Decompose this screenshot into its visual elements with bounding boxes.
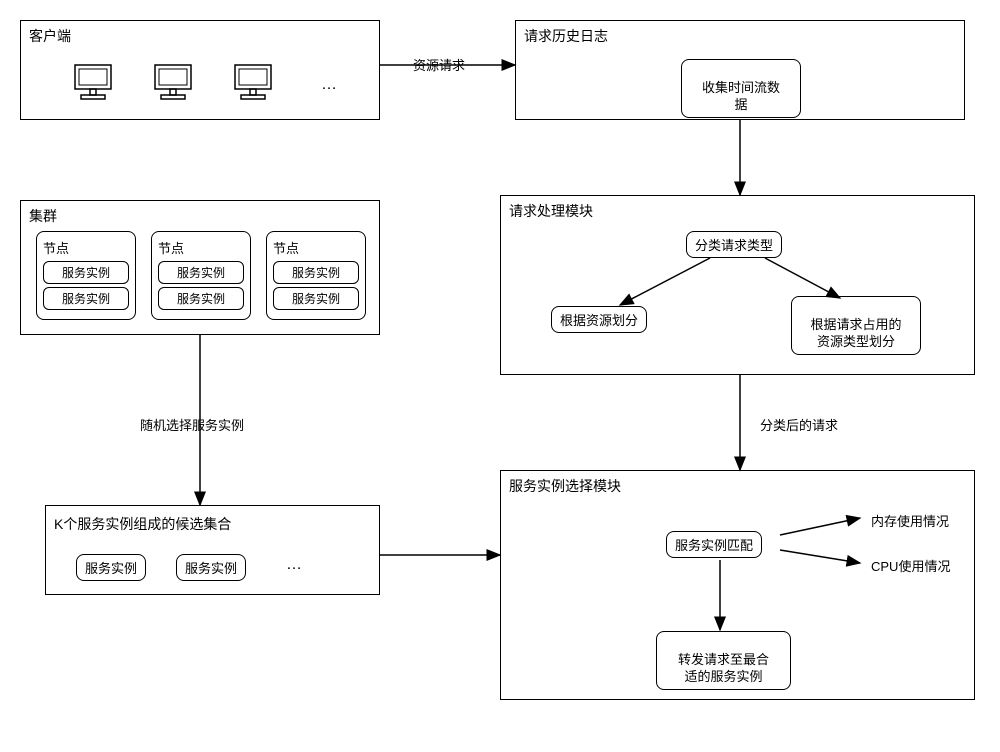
client-title: 客户端 <box>29 26 71 46</box>
by-request-type-label: 根据请求占用的 资源类型划分 <box>810 317 901 349</box>
classify-label: 分类请求类型 <box>695 238 773 253</box>
request-processing-title: 请求处理模块 <box>509 201 593 221</box>
service-instance-pill: 服务实例 <box>176 554 246 581</box>
service-selection-title: 服务实例选择模块 <box>509 476 621 496</box>
node-title: 节点 <box>158 238 244 257</box>
node-box: 节点 服务实例 服务实例 <box>151 231 251 320</box>
service-instance-pill: 服务实例 <box>158 261 244 284</box>
cluster-box: 集群 节点 服务实例 服务实例 节点 服务实例 服务实例 节点 服务实例 服务实… <box>20 200 380 335</box>
service-instance-pill: 服务实例 <box>273 287 359 310</box>
by-request-type-pill: 根据请求占用的 资源类型划分 <box>791 296 921 355</box>
cpu-usage-label: CPU使用情况 <box>871 556 950 575</box>
instance-label: 服务实例 <box>85 561 137 576</box>
forward-label: 转发请求至最合 适的服务实例 <box>678 652 769 684</box>
candidate-set-title: K个服务实例组成的候选集合 <box>54 514 231 534</box>
client-box: 客户端 … <box>20 20 380 120</box>
node-box: 节点 服务实例 服务实例 <box>36 231 136 320</box>
node-title: 节点 <box>43 238 129 257</box>
by-resource-label: 根据资源划分 <box>560 313 638 328</box>
by-resource-pill: 根据资源划分 <box>551 306 647 333</box>
request-processing-box: 请求处理模块 分类请求类型 根据资源划分 根据请求占用的 资源类型划分 <box>500 195 975 375</box>
node-box: 节点 服务实例 服务实例 <box>266 231 366 320</box>
resource-request-label: 资源请求 <box>413 55 465 74</box>
classify-pill: 分类请求类型 <box>686 231 782 258</box>
monitor-icon <box>71 61 115 110</box>
classified-request-label: 分类后的请求 <box>760 415 838 434</box>
monitor-icon <box>151 61 195 110</box>
instance-label: 服务实例 <box>185 561 237 576</box>
match-pill: 服务实例匹配 <box>666 531 762 558</box>
service-selection-box: 服务实例选择模块 服务实例匹配 内存使用情况 CPU使用情况 转发请求至最合 适… <box>500 470 975 700</box>
collect-time-pill: 收集时间流数 据 <box>681 59 801 118</box>
collect-time-label: 收集时间流数 据 <box>702 80 780 112</box>
service-instance-pill: 服务实例 <box>43 287 129 310</box>
match-label: 服务实例匹配 <box>675 538 753 553</box>
history-log-box: 请求历史日志 收集时间流数 据 <box>515 20 965 120</box>
ellipsis: … <box>286 556 304 574</box>
cluster-title: 集群 <box>29 206 57 226</box>
ellipsis: … <box>321 76 339 94</box>
memory-usage-label: 内存使用情况 <box>871 511 949 530</box>
candidate-set-box: K个服务实例组成的候选集合 服务实例 服务实例 … <box>45 505 380 595</box>
monitor-icon <box>231 61 275 110</box>
service-instance-pill: 服务实例 <box>43 261 129 284</box>
service-instance-pill: 服务实例 <box>273 261 359 284</box>
service-instance-pill: 服务实例 <box>76 554 146 581</box>
history-log-title: 请求历史日志 <box>524 26 608 46</box>
random-select-label: 随机选择服务实例 <box>140 415 244 434</box>
node-title: 节点 <box>273 238 359 257</box>
forward-pill: 转发请求至最合 适的服务实例 <box>656 631 791 690</box>
service-instance-pill: 服务实例 <box>158 287 244 310</box>
